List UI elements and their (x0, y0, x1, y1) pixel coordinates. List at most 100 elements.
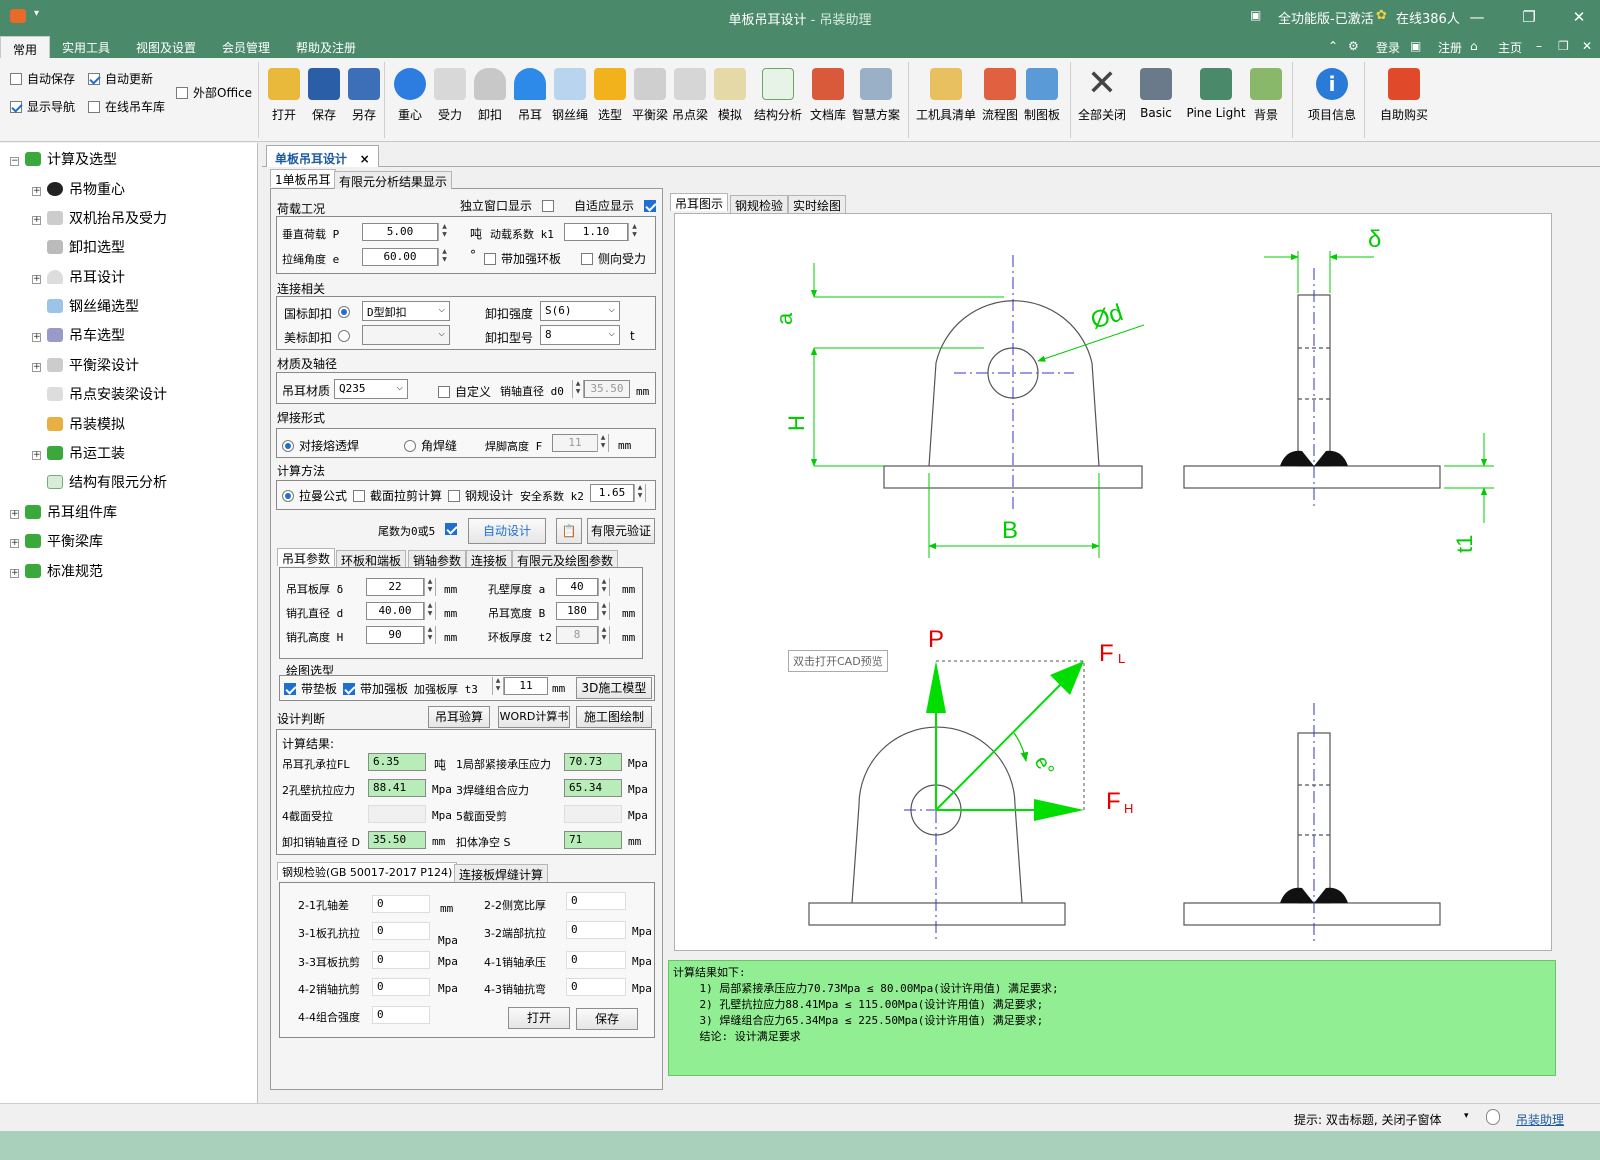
steel-save-button[interactable]: 保存 (576, 1008, 638, 1030)
tab-fem-result[interactable]: 有限元分析结果显示 (334, 171, 453, 189)
mdi-restore-icon[interactable]: ❐ (1558, 39, 1569, 53)
shackle-model-select[interactable]: 8 (540, 325, 620, 345)
rope-angle-spinner[interactable]: ▲ ▼ (438, 248, 450, 266)
check-auto-update[interactable]: 自动更新 (88, 70, 153, 87)
tab-connection-plate[interactable]: 连接板 (466, 550, 513, 568)
minimize-button[interactable]: — (1460, 4, 1494, 30)
pin-hole-diameter-spinner[interactable]: ▲ ▼ (424, 602, 436, 620)
tab-close-icon[interactable]: × (360, 152, 370, 166)
tab-lug-figure[interactable]: 吊耳图示 (670, 193, 729, 211)
tail-zero-five-checkbox[interactable] (445, 523, 457, 535)
auto-design-button[interactable]: 自动设计 (468, 518, 546, 544)
settings-icon[interactable]: ⚙ (1348, 39, 1359, 53)
lug-width-input[interactable]: 180 (556, 602, 598, 620)
lug-material-select[interactable]: Q235 (334, 379, 408, 399)
check-show-nav[interactable]: 显示导航 (10, 98, 75, 115)
3d-model-button[interactable]: 3D施工模型 (576, 677, 652, 699)
flowchart-button[interactable]: 流程图 (978, 66, 1022, 136)
rib-thickness-input[interactable]: 11 (504, 677, 548, 695)
plate-thickness-spinner[interactable]: ▲ ▼ (424, 578, 436, 596)
project-info-button[interactable]: i 项目信息 (1308, 66, 1356, 136)
rib-thickness-spinner[interactable]: ▲ ▼ (492, 677, 504, 695)
close-all-button[interactable]: ✕ 全部关闭 (1078, 66, 1126, 136)
tab-steel-check[interactable]: 钢规检验 (730, 195, 789, 213)
tree-item-beam-library[interactable]: + 平衡梁库 (10, 531, 103, 551)
pin-hole-height-spinner[interactable]: ▲ ▼ (424, 626, 436, 644)
menu-common[interactable]: 常用 (0, 36, 51, 58)
menu-help[interactable]: 帮助及注册 (296, 39, 356, 56)
tab-pin-params[interactable]: 销轴参数 (408, 550, 467, 568)
tree-item-shackle[interactable]: 卸扣选型 (47, 237, 125, 257)
expand-icon[interactable]: + (32, 187, 41, 196)
check-rib-plate[interactable]: 带加强板 (343, 680, 408, 697)
gb-shackle-radio[interactable] (338, 306, 350, 318)
wire-rope-button[interactable]: 钢丝绳 (548, 66, 592, 136)
check-standalone-window[interactable]: 独立窗口显示 (460, 197, 559, 214)
us-shackle-select[interactable] (362, 325, 450, 345)
menu-home[interactable]: 主页 (1498, 39, 1522, 56)
menu-tools[interactable]: 实用工具 (62, 39, 110, 56)
expand-icon[interactable]: + (32, 275, 41, 284)
drawing-board-button[interactable]: 制图板 (1020, 66, 1064, 136)
check-external-office[interactable]: 外部Office (176, 84, 252, 101)
expand-icon[interactable]: + (10, 539, 19, 548)
theme-pine-light-button[interactable]: Pine Light (1186, 66, 1246, 136)
status-toggle-icon[interactable] (1486, 1109, 1500, 1125)
tab-realtime-drawing[interactable]: 实时绘图 (788, 195, 847, 213)
tab-fem-drawing-params[interactable]: 有限元及绘图参数 (512, 550, 619, 568)
smart-plan-button[interactable]: 智慧方案 (852, 66, 900, 136)
radio-fillet-weld[interactable]: 角焊缝 (404, 437, 457, 454)
tree-item-lifting-beam[interactable]: 吊点安装梁设计 (47, 384, 167, 404)
tab-ring-end-plate[interactable]: 环板和端板 (336, 550, 407, 568)
vertical-load-spinner[interactable]: ▲ ▼ (438, 223, 450, 241)
shackle-type-select[interactable]: D型卸扣 (362, 301, 450, 321)
plate-thickness-input[interactable]: 22 (366, 578, 424, 596)
document-library-button[interactable]: 文档库 (806, 66, 850, 136)
radio-butt-weld[interactable]: 对接熔透焊 (282, 437, 359, 454)
check-rib-ring[interactable]: 带加强环板 (484, 250, 561, 267)
check-custom[interactable]: 自定义 (438, 383, 491, 400)
expand-icon[interactable]: + (10, 510, 19, 519)
check-auto-save[interactable]: 自动保存 (10, 70, 75, 87)
tab-steel-code-check[interactable]: 钢规检验(GB 50017-2017 P124) (277, 862, 458, 880)
theme-basic-button[interactable]: Basic (1134, 66, 1178, 136)
mdi-minimize-icon[interactable]: – (1536, 39, 1542, 53)
expand-icon[interactable]: + (10, 569, 19, 578)
check-steel-code[interactable]: 钢规设计 (448, 487, 513, 504)
check-adaptive-display[interactable]: 自适应显示 (574, 197, 661, 214)
check-side-force[interactable]: 侧向受力 (581, 250, 646, 267)
tree-item-simulation[interactable]: 吊装模拟 (47, 414, 125, 434)
tree-item-lug-library[interactable]: + 吊耳组件库 (10, 502, 117, 522)
ring-thickness-spinner[interactable]: ▲ ▼ (598, 626, 610, 644)
tab-lug-params[interactable]: 吊耳参数 (277, 548, 336, 566)
expand-icon[interactable]: + (32, 216, 41, 225)
background-button[interactable]: 背景 (1244, 66, 1288, 136)
maximize-button[interactable]: ❐ (1512, 4, 1546, 30)
crane-select-button[interactable]: 选型 (588, 66, 632, 136)
weld-height-input[interactable]: 11 (552, 434, 598, 452)
simulation-button[interactable]: 模拟 (708, 66, 752, 136)
spreader-beam-button[interactable]: 平衡梁 (628, 66, 672, 136)
lug-width-spinner[interactable]: ▲ ▼ (598, 602, 610, 620)
weld-height-spinner[interactable]: ▲ ▼ (597, 434, 609, 452)
word-report-button[interactable]: WORD计算书 (498, 706, 570, 728)
dynamic-factor-spinner[interactable]: ▲ ▼ (628, 223, 640, 241)
save-button[interactable]: 保存 (302, 66, 346, 136)
construction-drawing-button[interactable]: 施工图绘制 (576, 706, 652, 728)
vertical-load-input[interactable]: 5.00 (362, 223, 438, 241)
expand-icon[interactable]: + (32, 363, 41, 372)
mdi-close-icon[interactable]: ✕ (1582, 39, 1592, 53)
pin-diameter-input[interactable]: 35.50 (584, 380, 630, 398)
expand-icon[interactable]: + (32, 333, 41, 342)
wall-thickness-input[interactable]: 40 (556, 578, 598, 596)
check-section-tension[interactable]: 截面拉剪计算 (353, 487, 442, 504)
tab-single-lug[interactable]: 1单板吊耳 (270, 169, 336, 187)
tree-item-wire-rope[interactable]: 钢丝绳选型 (47, 296, 139, 316)
radio-lame-formula[interactable]: 拉曼公式 (282, 487, 347, 504)
tree-item-gravity[interactable]: + 吊物重心 (32, 179, 125, 199)
tree-item-balance-beam[interactable]: + 平衡梁设计 (32, 355, 139, 375)
tree-item-calc[interactable]: − 计算及选型 (10, 149, 117, 169)
tree-item-crane[interactable]: + 吊车选型 (32, 325, 125, 345)
lug-check-button[interactable]: 吊耳验算 (428, 706, 490, 728)
safety-factor-input[interactable]: 1.65 (590, 484, 634, 502)
